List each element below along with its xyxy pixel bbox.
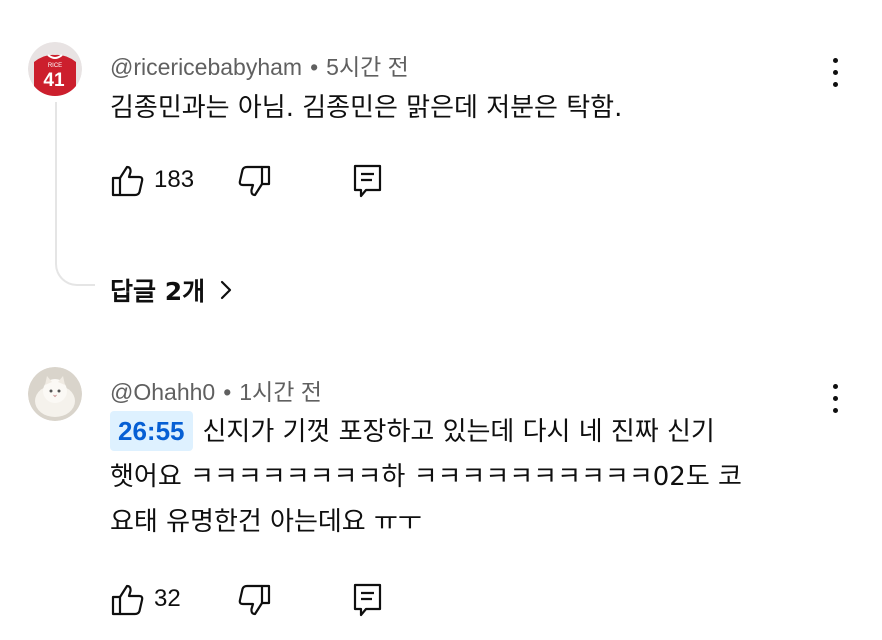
replies-label: 답글 2개 xyxy=(110,277,206,306)
cat-avatar-icon xyxy=(28,367,82,421)
meta-separator: • xyxy=(223,379,232,405)
more-vertical-icon xyxy=(833,384,838,389)
reply-button[interactable] xyxy=(352,163,384,199)
like-count: 183 xyxy=(154,166,195,193)
more-options-button[interactable] xyxy=(822,54,848,94)
more-vertical-icon xyxy=(833,58,838,63)
thread-connector xyxy=(55,102,95,286)
avatar[interactable] xyxy=(28,367,82,421)
author-name[interactable]: @Ohahh0 xyxy=(110,379,215,405)
comment-1: RICE 41 @ricericebabyham • 5시간 전 김종민과는 아님.… xyxy=(0,0,882,320)
more-options-button[interactable] xyxy=(822,380,848,420)
comment-line-3: 요태 유명한건 아는데요 ㅠㅜ xyxy=(110,507,422,537)
comment-time[interactable]: 1시간 전 xyxy=(239,379,322,405)
comment-meta: @ricericebabyham • 5시간 전 xyxy=(110,48,409,82)
comment-text: 26:55 신지가 기껏 포장하고 있는데 다시 네 진짜 신기 햇어요 ㅋㅋㅋㅋ… xyxy=(110,410,742,545)
thumbs-down-icon xyxy=(238,584,271,616)
reply-icon xyxy=(353,583,382,617)
chevron-right-icon xyxy=(221,280,232,300)
thumbs-down-icon xyxy=(238,165,271,197)
like-count: 32 xyxy=(154,585,181,612)
like-button[interactable] xyxy=(110,582,146,618)
comment-time[interactable]: 5시간 전 xyxy=(326,54,409,80)
reply-button[interactable] xyxy=(352,582,384,618)
author-name[interactable]: @ricericebabyham xyxy=(110,54,302,80)
comment-meta: @Ohahh0 • 1시간 전 xyxy=(110,373,322,407)
avatar[interactable]: RICE 41 xyxy=(28,42,82,96)
thumbs-up-icon xyxy=(111,165,144,197)
comment-line-2: 햇어요 ㅋㅋㅋㅋㅋㅋㅋㅋ하 ㅋㅋㅋㅋㅋㅋㅋㅋㅋㅋ02도 코 xyxy=(110,462,742,492)
comment-2: @Ohahh0 • 1시간 전 26:55 신지가 기껏 포장하고 있는데 다시 네 … xyxy=(0,330,882,640)
like-button[interactable] xyxy=(110,163,146,199)
comment-line-1: 26:55 신지가 기껏 포장하고 있는데 다시 네 진짜 신기 xyxy=(110,410,742,455)
reply-icon xyxy=(353,164,382,198)
jersey-name-text: RICE xyxy=(48,63,62,69)
dislike-button[interactable] xyxy=(236,163,272,199)
jersey-avatar-icon: RICE 41 xyxy=(28,42,82,96)
jersey-number-text: 41 xyxy=(43,70,65,91)
meta-separator: • xyxy=(310,54,319,80)
timestamp-link[interactable]: 26:55 xyxy=(110,411,193,451)
thumbs-up-icon xyxy=(111,584,144,616)
view-replies-button[interactable]: 답글 2개 xyxy=(110,270,233,310)
dislike-button[interactable] xyxy=(236,582,272,618)
comment-text: 김종민과는 아님. 김종민은 맑은데 저분은 탁함. xyxy=(110,93,623,123)
